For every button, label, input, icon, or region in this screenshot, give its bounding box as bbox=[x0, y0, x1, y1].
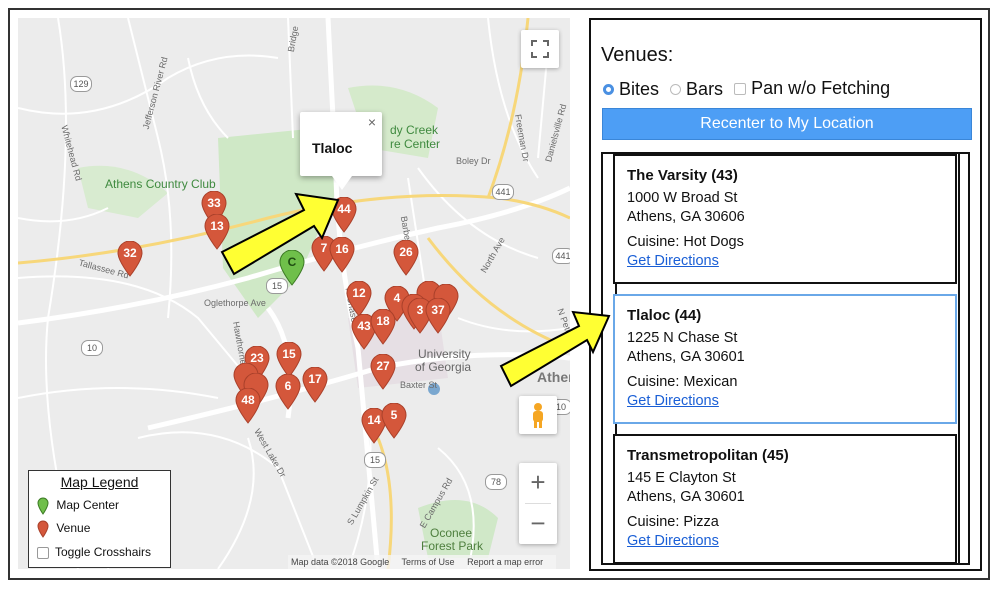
highway-shield: 129 bbox=[70, 76, 92, 92]
venue-pin[interactable]: 48 bbox=[235, 388, 261, 424]
venue-pin[interactable]: 26 bbox=[393, 240, 419, 276]
zoom-in-button[interactable]: + bbox=[519, 463, 557, 503]
pegman-icon bbox=[533, 403, 543, 428]
legend-venue-label: Venue bbox=[56, 521, 91, 536]
label-of-georgia: of Georgia bbox=[415, 360, 472, 374]
highway-shield: 15 bbox=[364, 452, 386, 468]
label-athens-country-club: Athens Country Club bbox=[105, 177, 216, 191]
venue-pin[interactable]: 17 bbox=[302, 367, 328, 403]
label-oconee: Oconee bbox=[430, 526, 473, 540]
fullscreen-button[interactable] bbox=[521, 30, 559, 68]
venue-cuisine: Cuisine: Hot Dogs bbox=[627, 234, 744, 250]
label-oglethorpe-ave: Oglethorpe Ave bbox=[204, 298, 266, 308]
venue-card[interactable]: The Varsity (43) 1000 W Broad St Athens,… bbox=[613, 154, 957, 284]
highway-shield: 10 bbox=[81, 340, 103, 356]
crosshairs-label: Toggle Crosshairs bbox=[55, 545, 152, 559]
option-bars[interactable]: Bars bbox=[670, 79, 723, 100]
info-window: Tlaloc × bbox=[300, 112, 382, 190]
venue-pin[interactable]: 5 bbox=[381, 403, 407, 439]
bites-radio[interactable] bbox=[603, 83, 614, 95]
venue-pin[interactable]: 18 bbox=[370, 309, 396, 345]
crosshairs-toggle[interactable]: Toggle Crosshairs bbox=[37, 545, 151, 559]
venue-pin[interactable]: 32 bbox=[117, 241, 143, 277]
highway-shield: 441 bbox=[552, 248, 570, 264]
zoom-out-button[interactable]: − bbox=[519, 504, 557, 544]
label-baxter-st: Baxter St bbox=[400, 380, 438, 390]
venue-pin[interactable]: 27 bbox=[370, 354, 396, 390]
venue-list[interactable]: The Varsity (43) 1000 W Broad St Athens,… bbox=[601, 152, 970, 565]
green-pin-icon bbox=[37, 497, 49, 515]
annotation-arrow bbox=[499, 310, 611, 388]
venue-name: Transmetropolitan (45) bbox=[627, 447, 789, 464]
venue-street: 1000 W Broad St bbox=[627, 190, 738, 206]
annotation-arrow bbox=[220, 192, 340, 276]
map-attribution: Map data ©2018 Google Terms of Use Repor… bbox=[288, 555, 557, 569]
highway-shield: 441 bbox=[492, 184, 514, 200]
report-error-link[interactable]: Report a map error bbox=[467, 557, 543, 567]
red-pin-icon bbox=[37, 520, 49, 538]
map-legend: Map Legend Map Center Venue Toggle Cross… bbox=[28, 470, 171, 568]
venue-street: 145 E Clayton St bbox=[627, 470, 736, 486]
map[interactable]: Athens Country Club dy Creek re Center U… bbox=[18, 18, 570, 569]
legend-title: Map Legend bbox=[60, 474, 139, 490]
zoom-control: + − bbox=[519, 463, 557, 544]
venue-type-options: Bites Bars Pan w/o Fetching bbox=[603, 78, 896, 100]
legend-row-venue: Venue bbox=[37, 520, 90, 538]
option-bites[interactable]: Bites bbox=[603, 79, 659, 100]
venue-street: 1225 N Chase St bbox=[627, 330, 738, 346]
venues-panel: Venues: Bites Bars Pan w/o Fetching Rece… bbox=[589, 18, 982, 571]
get-directions-link[interactable]: Get Directions bbox=[627, 253, 719, 269]
label-boley-dr: Boley Dr bbox=[456, 156, 491, 166]
venue-card[interactable]: Transmetropolitan (45) 145 E Clayton St … bbox=[613, 434, 957, 563]
highway-shield: 78 bbox=[485, 474, 507, 490]
pan-checkbox[interactable] bbox=[734, 82, 747, 95]
label-dy-creek: dy Creek bbox=[390, 123, 439, 137]
venue-pin[interactable]: 37 bbox=[425, 298, 451, 334]
map-data-text: Map data ©2018 Google bbox=[291, 557, 390, 567]
street-view-button[interactable] bbox=[519, 396, 557, 434]
venue-pin[interactable]: 6 bbox=[275, 374, 301, 410]
bars-radio[interactable] bbox=[670, 83, 682, 95]
terms-link[interactable]: Terms of Use bbox=[402, 557, 455, 567]
label-re-center: re Center bbox=[390, 137, 441, 151]
pan-label: Pan w/o Fetching bbox=[751, 78, 891, 98]
close-icon[interactable]: × bbox=[368, 114, 376, 130]
venue-name: The Varsity (43) bbox=[627, 167, 738, 184]
info-window-title: Tlaloc bbox=[312, 140, 353, 156]
venue-pin[interactable]: 15 bbox=[276, 342, 302, 378]
venue-card-selected[interactable]: Tlaloc (44) 1225 N Chase St Athens, GA 3… bbox=[613, 294, 957, 424]
venue-pin[interactable]: 12 bbox=[346, 281, 372, 317]
venue-name: Tlaloc (44) bbox=[627, 307, 702, 324]
fullscreen-icon bbox=[531, 40, 549, 58]
venue-city: Athens, GA 30606 bbox=[627, 209, 745, 225]
legend-row-center: Map Center bbox=[37, 497, 119, 515]
crosshairs-checkbox[interactable] bbox=[37, 546, 49, 559]
get-directions-link[interactable]: Get Directions bbox=[627, 393, 719, 409]
venue-cuisine: Cuisine: Pizza bbox=[627, 514, 719, 530]
venue-city: Athens, GA 30601 bbox=[627, 349, 745, 365]
panel-title: Venues: bbox=[601, 44, 674, 66]
legend-center-label: Map Center bbox=[56, 498, 120, 513]
get-directions-link[interactable]: Get Directions bbox=[627, 533, 719, 549]
option-pan[interactable]: Pan w/o Fetching bbox=[734, 78, 890, 99]
venue-city: Athens, GA 30601 bbox=[627, 489, 745, 505]
label-forest-park: Forest Park bbox=[421, 539, 484, 553]
venue-cuisine: Cuisine: Mexican bbox=[627, 374, 738, 390]
recenter-button[interactable]: Recenter to My Location bbox=[602, 108, 972, 140]
bites-label: Bites bbox=[619, 78, 660, 99]
bars-label: Bars bbox=[686, 78, 724, 99]
